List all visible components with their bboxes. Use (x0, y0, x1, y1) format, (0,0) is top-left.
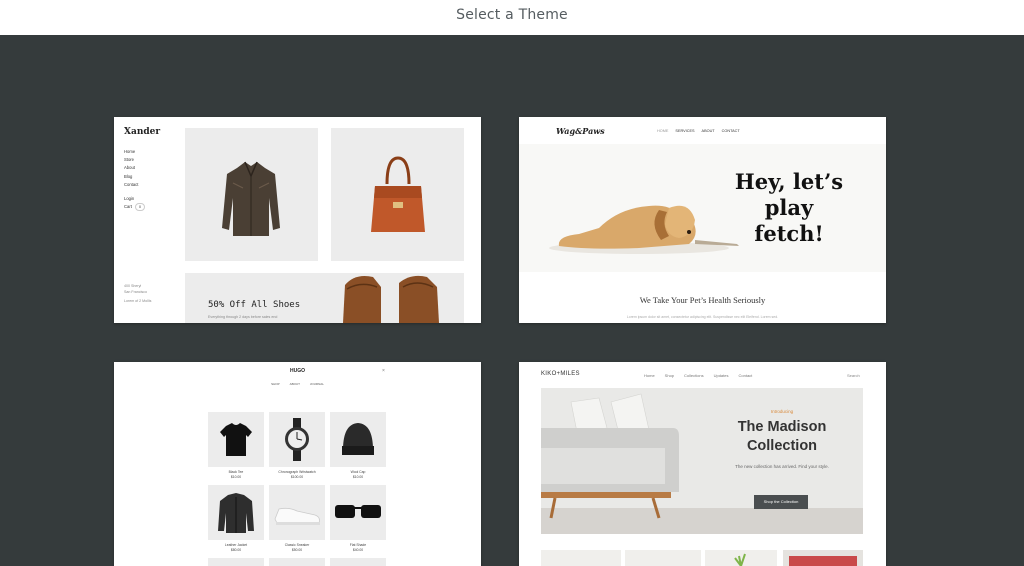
sneaker-image (274, 507, 320, 525)
wagpaws-nav-item: SERVICES (675, 129, 695, 133)
wagpaws-nav: HOME SERVICES ABOUT CONTACT (657, 129, 740, 133)
red-pillow-decoration (789, 556, 857, 566)
collection-tile (625, 550, 701, 566)
hugo-product-caption: Chronograph Wristwatch $100.00 (269, 470, 325, 479)
hugo-product-tile (208, 558, 264, 566)
sale-banner-subtitle: Everything through 2 days before sales e… (208, 315, 278, 319)
hugo-logo: HUGO (290, 368, 305, 374)
hugo-product-price: $10.00 (230, 474, 242, 479)
beanie-image (342, 423, 374, 455)
wagpaws-nav-item: HOME (657, 129, 669, 133)
shop-collection-button[interactable]: Shop the Collection (754, 495, 808, 509)
hugo-product-price: $50.00 (291, 547, 303, 552)
kikomiles-nav-item: Home (644, 373, 655, 378)
hugo-product-tile (330, 558, 386, 566)
wagpaws-logo: Wag&Paws (556, 126, 605, 136)
hugo-nav-item: ABOUT (289, 382, 300, 386)
hugo-product-price: $80.00 (230, 547, 242, 552)
xander-account: Login Cart 0 (124, 195, 145, 212)
collection-tile (783, 550, 863, 566)
collection-tile (705, 550, 777, 566)
hugo-product-tile (208, 485, 264, 540)
leather-jacket-image (222, 161, 280, 236)
hugo-product-caption: Black Tee $10.00 (208, 470, 264, 479)
hugo-product-caption: Leather Jacket $80.00 (208, 543, 264, 552)
watch-image (285, 418, 309, 461)
collection-tile (541, 550, 621, 566)
theme-card-kikomiles[interactable]: KIKO+MILES Home Shop Collections Updates… (519, 362, 886, 566)
page-title: Select a Theme (456, 7, 568, 23)
theme-card-hugo[interactable]: HUGO × SHOP ABOUT JOURNAL Black Tee $10.0… (114, 362, 481, 566)
hugo-product-tile (330, 485, 386, 540)
wagpaws-tagline: We Take Your Pet’s Health Seriously (639, 295, 766, 305)
hugo-product-price: $100.00 (290, 474, 304, 479)
xander-footer-line: Lorem of 2 Mollis (124, 299, 152, 303)
tshirt-image (220, 423, 252, 456)
leather-jacket-image (218, 493, 254, 533)
kikomiles-nav-item: Collections (684, 373, 704, 378)
wagpaws-tagline-sub: Lorem ipsum dolor sit amet, consectetur … (626, 315, 779, 319)
hugo-product-caption: Classic Sneaker $50.00 (269, 543, 325, 552)
kikomiles-search: Search (847, 373, 860, 378)
hugo-nav-item: SHOP (271, 382, 280, 386)
hero-title: The Madison Collection (737, 419, 827, 454)
hugo-nav-item: JOURNAL (309, 382, 324, 386)
xander-nav-item: Home (124, 149, 136, 154)
handbag-image (371, 156, 425, 232)
xander-nav-item: Store (124, 157, 135, 163)
hugo-product-tile (330, 412, 386, 467)
xander-cart-count: 0 (134, 203, 145, 212)
hugo-product-price: $40.00 (352, 547, 364, 552)
hugo-nav: SHOP ABOUT JOURNAL (114, 382, 481, 386)
sale-banner-title: 50% Off All Shoes (208, 300, 301, 310)
wagpaws-nav-item: CONTACT (721, 129, 740, 133)
xander-footer-line: San Francisco (124, 289, 147, 294)
hero-intro: Introducing (770, 409, 794, 414)
hugo-product-caption: Wool Cap $10.00 (330, 470, 386, 479)
xander-logo: Xander (124, 127, 161, 137)
kikomiles-nav-item: Shop (664, 373, 675, 378)
xander-nav-item: Contact (124, 181, 139, 187)
hugo-product-price: $10.00 (352, 474, 364, 479)
close-icon: × (382, 368, 385, 374)
theme-card-wagpaws[interactable]: Wag&Paws HOME SERVICES ABOUT CONTACT Hey… (519, 117, 886, 323)
kikomiles-hero: Introducing The Madison Collection The n… (541, 388, 863, 534)
plant-image (734, 553, 746, 566)
xander-footer: 400 Sheryl San Francisco Lorem of 2 Moll… (124, 284, 151, 305)
xander-nav-item: Blog (124, 173, 133, 179)
xander-cart-label: Cart (124, 204, 132, 210)
hugo-product-tile (269, 412, 325, 467)
xander-nav: Home Store About Blog Contact (124, 148, 138, 189)
bag-product-tile (331, 128, 464, 261)
sunglasses-image (335, 505, 381, 518)
hugo-product-tile (269, 558, 325, 566)
xander-login: Login (124, 196, 135, 201)
sale-banner: 50% Off All Shoes Everything through 2 d… (185, 273, 464, 323)
kikomiles-nav-item: Contact (738, 373, 753, 378)
xander-cart: Cart 0 (124, 203, 145, 212)
hugo-product-caption: Flat Shade $40.00 (330, 543, 386, 552)
wagpaws-headline: Hey, let’s play fetch! (734, 169, 844, 246)
wagpaws-nav-item: ABOUT (701, 129, 715, 133)
hero-subtitle: The new collection has arrived. Find you… (735, 464, 829, 469)
jacket-product-tile (185, 128, 318, 261)
hugo-product-tile (208, 412, 264, 467)
xander-nav-item: About (124, 165, 135, 171)
kikomiles-logo: KIKO+MILES (541, 371, 580, 377)
hugo-product-tile (269, 485, 325, 540)
kikomiles-nav: Home Shop Collections Updates Contact (644, 373, 752, 378)
theme-card-xander[interactable]: Xander Home Store About Blog Contact Log… (114, 117, 481, 323)
top-bar: Select a Theme (0, 0, 1024, 35)
kikomiles-nav-item: Updates (713, 373, 729, 378)
